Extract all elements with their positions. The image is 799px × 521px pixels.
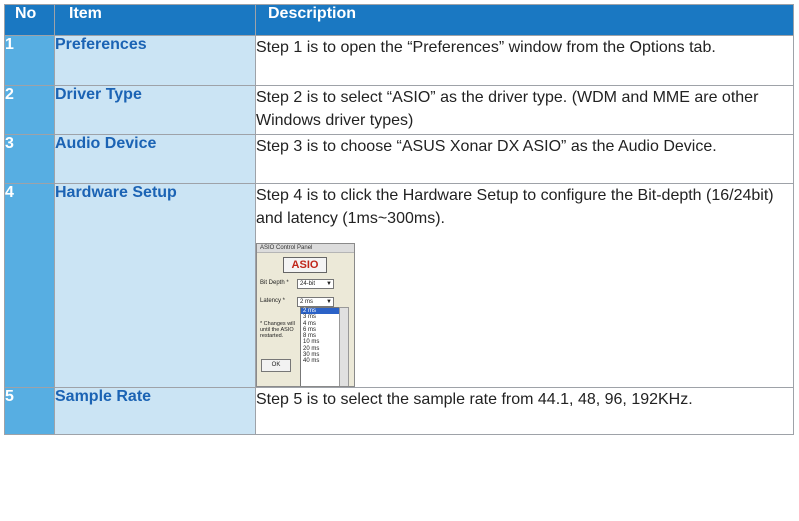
chevron-down-icon: ▼	[326, 281, 332, 287]
latency-option: 40 ms	[303, 358, 320, 365]
latency-label: Latency *	[260, 298, 286, 304]
table-row: 1 Preferences Step 1 is to open the “Pre…	[4, 35, 794, 86]
row-item: Hardware Setup	[54, 183, 256, 388]
row-description: Step 5 is to select the sample rate from…	[255, 387, 794, 435]
table-row: 5 Sample Rate Step 5 is to select the sa…	[4, 387, 794, 435]
row-item: Driver Type	[54, 85, 256, 135]
row-description: Step 1 is to open the “Preferences” wind…	[255, 35, 794, 86]
row-description: Step 4 is to click the Hardware Setup to…	[256, 187, 774, 227]
ok-button: OK	[261, 359, 291, 372]
row-number: 3	[4, 134, 55, 184]
asio-logo: ASIO	[283, 257, 327, 273]
dropdown-scrollbar	[339, 307, 349, 386]
header-item: Item	[54, 4, 256, 36]
asio-panel-title: ASIO Control Panel	[257, 244, 354, 253]
row-description: Step 2 is to select “ASIO” as the driver…	[255, 85, 794, 135]
latency-select: 2 ms ▼	[297, 297, 334, 307]
header-no: No	[4, 4, 55, 36]
table-header-row: No Item Description	[4, 4, 794, 36]
row-description: Step 3 is to choose “ASUS Xonar DX ASIO”…	[255, 134, 794, 184]
row-item: Preferences	[54, 35, 256, 86]
table-row: 3 Audio Device Step 3 is to choose “ASUS…	[4, 134, 794, 184]
header-description: Description	[255, 4, 794, 36]
bit-depth-value: 24-bit	[300, 281, 316, 287]
chevron-down-icon: ▼	[326, 299, 332, 305]
row-number: 1	[4, 35, 55, 86]
row-number: 5	[4, 387, 55, 435]
table-row: 2 Driver Type Step 2 is to select “ASIO”…	[4, 85, 794, 135]
latency-value: 2 ms	[300, 299, 314, 305]
table-row: 4 Hardware Setup Step 4 is to click the …	[4, 183, 794, 388]
row-number: 2	[4, 85, 55, 135]
asio-control-panel-screenshot: ASIO Control Panel ASIO Bit Depth * 24-b…	[256, 243, 355, 387]
steps-table: No Item Description 1 Preferences Step 1…	[4, 4, 794, 435]
row-number: 4	[4, 183, 55, 388]
latency-dropdown-list: 2 ms 3 ms 4 ms 6 ms 8 ms 10 ms 20 ms 30 …	[300, 307, 340, 386]
row-description-cell: Step 4 is to click the Hardware Setup to…	[255, 183, 794, 388]
bit-depth-label: Bit Depth *	[260, 280, 289, 286]
restart-note: * Changes will until the ASIO restarted.	[260, 321, 295, 339]
bit-depth-select: 24-bit ▼	[297, 279, 334, 289]
row-item: Sample Rate	[54, 387, 256, 435]
row-item: Audio Device	[54, 134, 256, 184]
